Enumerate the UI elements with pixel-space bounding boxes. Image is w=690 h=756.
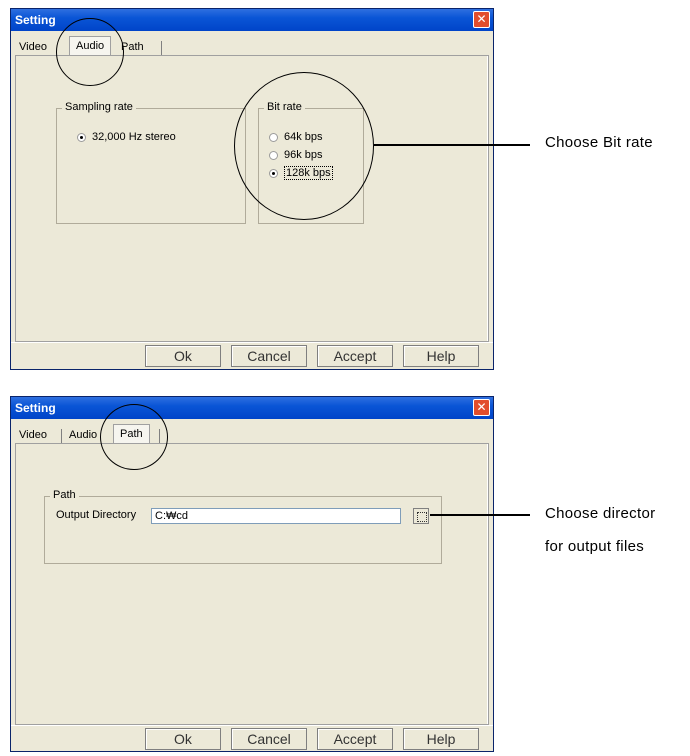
radio-label: 128k bps bbox=[284, 166, 333, 180]
callout-directory-line2: for output files bbox=[545, 538, 645, 555]
accept-button[interactable]: Accept bbox=[317, 345, 393, 367]
tab-path[interactable]: Path bbox=[113, 424, 150, 444]
path-group-label: Path bbox=[50, 489, 79, 501]
radio-96k-bps[interactable]: 96k bps bbox=[269, 149, 323, 161]
tab-separator bbox=[61, 429, 62, 443]
tab-audio[interactable]: Audio bbox=[65, 428, 101, 444]
callout-line-bit-rate bbox=[374, 144, 530, 146]
radio-32000-hz[interactable]: 32,000 Hz stereo bbox=[77, 131, 176, 143]
callout-bit-rate: Choose Bit rate bbox=[545, 134, 653, 151]
tab-bar: Video Audio Path bbox=[13, 34, 491, 56]
cancel-button[interactable]: Cancel bbox=[231, 728, 307, 750]
ok-button[interactable]: Ok bbox=[145, 728, 221, 750]
tab-separator bbox=[159, 429, 160, 443]
tab-panel-audio: Sampling rate 32,000 Hz stereo Bit rate … bbox=[15, 55, 489, 342]
dialog-title: Setting bbox=[15, 13, 56, 27]
output-directory-input[interactable] bbox=[151, 508, 401, 524]
callout-directory-line1: Choose director bbox=[545, 505, 656, 522]
bit-rate-group: Bit rate 64k bps 96k bps 128k bps bbox=[258, 101, 364, 224]
ok-button[interactable]: Ok bbox=[145, 345, 221, 367]
callout-line-directory bbox=[430, 514, 530, 516]
title-bar[interactable]: Setting ✕ bbox=[11, 397, 493, 419]
path-group: Path Output Directory bbox=[44, 489, 442, 564]
browse-folder-icon[interactable] bbox=[413, 508, 429, 524]
settings-dialog-path: Setting ✕ Video Audio Path Path Output D… bbox=[10, 396, 494, 752]
tab-video[interactable]: Video bbox=[15, 428, 51, 444]
close-icon[interactable]: ✕ bbox=[473, 399, 490, 416]
output-directory-label: Output Directory bbox=[56, 509, 137, 521]
radio-label: 64k bps bbox=[284, 131, 323, 143]
help-button[interactable]: Help bbox=[403, 345, 479, 367]
sampling-rate-label: Sampling rate bbox=[62, 101, 136, 113]
radio-button-checked-icon bbox=[77, 132, 86, 142]
radio-button-icon bbox=[269, 132, 278, 142]
cancel-button[interactable]: Cancel bbox=[231, 345, 307, 367]
radio-128k-bps[interactable]: 128k bps bbox=[269, 166, 333, 180]
radio-label: 96k bps bbox=[284, 149, 323, 161]
tab-bar: Video Audio Path bbox=[13, 422, 491, 444]
tab-panel-path: Path Output Directory bbox=[15, 443, 489, 725]
radio-button-checked-icon bbox=[269, 168, 278, 178]
title-bar[interactable]: Setting ✕ bbox=[11, 9, 493, 31]
bit-rate-label: Bit rate bbox=[264, 101, 305, 113]
tab-audio[interactable]: Audio bbox=[69, 36, 112, 56]
radio-label: 32,000 Hz stereo bbox=[92, 131, 176, 143]
tab-path[interactable]: Path bbox=[117, 40, 148, 56]
button-bar: Ok Cancel Accept Help bbox=[11, 342, 493, 369]
button-bar: Ok Cancel Accept Help bbox=[11, 725, 493, 752]
radio-64k-bps[interactable]: 64k bps bbox=[269, 131, 323, 143]
tab-separator bbox=[161, 41, 162, 55]
radio-button-icon bbox=[269, 150, 278, 160]
tab-video[interactable]: Video bbox=[15, 40, 51, 56]
accept-button[interactable]: Accept bbox=[317, 728, 393, 750]
sampling-rate-group: Sampling rate 32,000 Hz stereo bbox=[56, 101, 246, 224]
settings-dialog-audio: Setting ✕ Video Audio Path Sampling rate… bbox=[10, 8, 494, 370]
dialog-title: Setting bbox=[15, 401, 56, 415]
close-icon[interactable]: ✕ bbox=[473, 11, 490, 28]
help-button[interactable]: Help bbox=[403, 728, 479, 750]
